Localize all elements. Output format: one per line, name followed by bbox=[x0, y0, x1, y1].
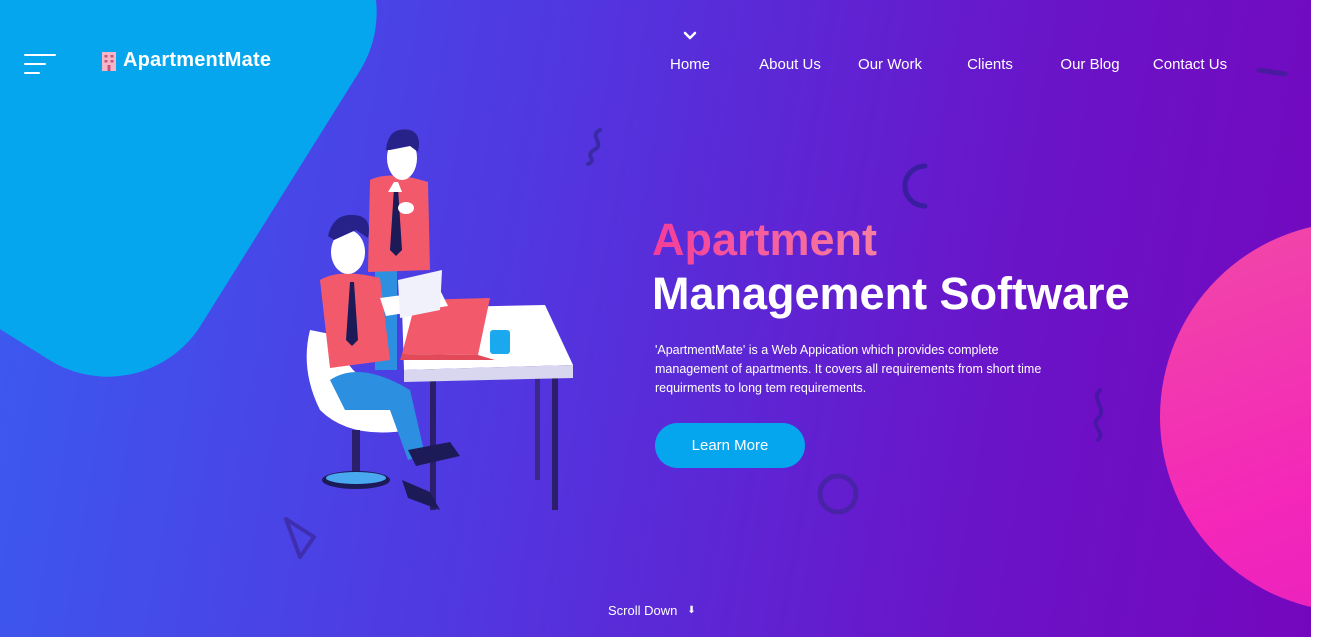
hero-headline: Management Software bbox=[652, 268, 1130, 319]
dash-shape bbox=[1256, 67, 1288, 77]
hero-headline-accent: Apartment bbox=[652, 214, 878, 265]
learn-more-button[interactable]: Learn More bbox=[655, 423, 805, 468]
scroll-down-label: Scroll Down bbox=[608, 603, 678, 618]
office-workers-illustration bbox=[306, 129, 573, 510]
building-icon bbox=[102, 51, 116, 71]
hamburger-menu-icon[interactable] bbox=[24, 54, 56, 76]
nav-item-about-us[interactable]: About Us bbox=[759, 56, 821, 73]
ring-shape bbox=[817, 473, 859, 515]
nav-item-clients[interactable]: Clients bbox=[967, 56, 1013, 73]
scroll-down-link[interactable]: Scroll Down ⬇ bbox=[608, 603, 696, 618]
brand-name: ApartmentMate bbox=[123, 49, 272, 71]
chevron-down-icon bbox=[683, 31, 697, 40]
pink-circle-shape bbox=[1160, 222, 1311, 612]
nav-item-our-blog[interactable]: Our Blog bbox=[1060, 56, 1119, 73]
arc-shape bbox=[902, 163, 928, 209]
nav-item-contact-us[interactable]: Contact Us bbox=[1153, 56, 1227, 73]
hero-description: 'ApartmentMate' is a Web Appication whic… bbox=[655, 343, 1042, 395]
hero-section: ApartmentMate Home About Us Our Work Cli… bbox=[0, 0, 1311, 637]
nav-item-our-work[interactable]: Our Work bbox=[858, 56, 922, 73]
brand-logo[interactable]: ApartmentMate bbox=[100, 49, 271, 72]
squiggle-shape-right bbox=[1093, 388, 1104, 442]
diamond-shape bbox=[284, 517, 316, 559]
arrow-down-icon: ⬇ bbox=[687, 605, 696, 616]
nav-item-home[interactable]: Home bbox=[670, 56, 710, 73]
